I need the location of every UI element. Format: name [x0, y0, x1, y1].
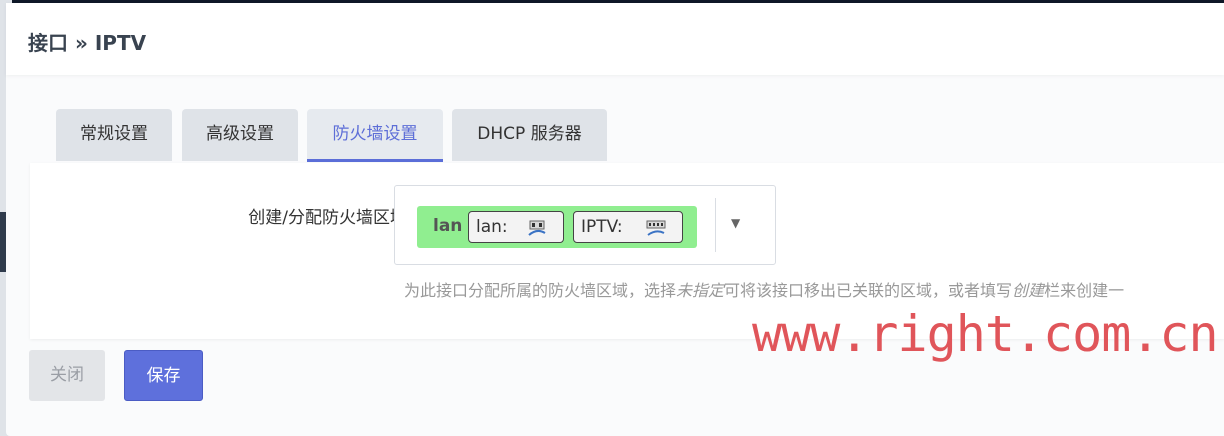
interface-tag-label: lan: [476, 217, 508, 237]
interface-tag-lan: lan: [468, 211, 564, 243]
save-button[interactable]: 保存 [124, 350, 203, 401]
help-text-part: 可将该接口移出已关联的区域，或者填写 [724, 281, 1013, 300]
help-text-emphasis: 未指定 [676, 281, 725, 300]
site-watermark: www.right.com.cn [752, 305, 1219, 363]
firewall-zone-select[interactable]: lan lan: IPTV: ▼ [394, 185, 776, 265]
select-divider [715, 198, 716, 252]
firewall-zone-label: 创建/分配防火墙区域 [248, 208, 407, 228]
firewall-zone-help-text: 为此接口分配所属的防火墙区域，选择未指定可将该接口移出已关联的区域，或者填写创建… [404, 277, 1124, 301]
ethernet-ports-icon [528, 220, 546, 236]
ethernet-ports-icon [646, 220, 666, 236]
help-text-part: 为此接口分配所属的防火墙区域，选择 [404, 281, 677, 300]
zone-name: lan [433, 216, 463, 236]
modal-title: 接口 » IPTV [28, 31, 147, 55]
interface-modal: 接口 » IPTV 常规设置 高级设置 防火墙设置 DHCP 服务器 创建/分配… [6, 3, 1224, 436]
interface-tag-iptv: IPTV: [573, 211, 683, 243]
help-text-emphasis: 创建 [1012, 281, 1045, 300]
zone-badge-lan: lan lan: IPTV: [417, 206, 697, 248]
chevron-down-icon[interactable]: ▼ [731, 216, 740, 230]
help-text-part: 栏来创建一 [1044, 281, 1125, 300]
modal-header: 接口 » IPTV [6, 3, 1224, 75]
tab-firewall-settings[interactable]: 防火墙设置 [307, 109, 443, 162]
interface-tag-label: IPTV: [581, 217, 623, 237]
tab-general-settings[interactable]: 常规设置 [56, 109, 172, 161]
close-button[interactable]: 关闭 [29, 350, 105, 401]
tab-dhcp-server[interactable]: DHCP 服务器 [452, 109, 607, 161]
tab-advanced-settings[interactable]: 高级设置 [182, 109, 298, 161]
